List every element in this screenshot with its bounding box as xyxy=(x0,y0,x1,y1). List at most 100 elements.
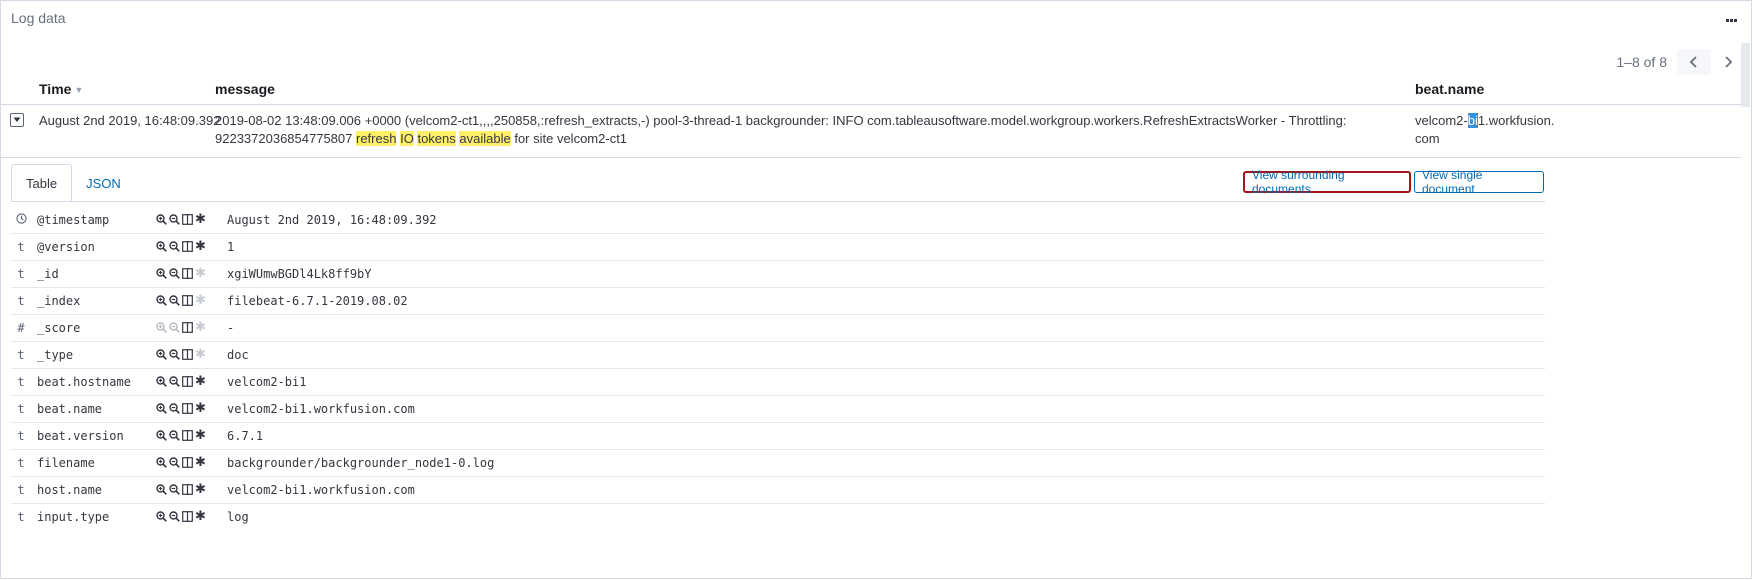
filter-for-value-icon[interactable] xyxy=(156,455,167,469)
field-actions: ✱ xyxy=(156,509,206,523)
field-name: input.type xyxy=(37,510,110,524)
toggle-column-icon[interactable] xyxy=(182,509,193,523)
filter-exists-icon[interactable]: ✱ xyxy=(195,320,206,334)
pagination: 1–8 of 8 xyxy=(1616,49,1745,75)
highlight-tokens: tokens xyxy=(417,131,456,146)
field-row: t beat.name ✱ velcom2-bi1.workfusion.com xyxy=(11,396,1545,423)
scrollbar[interactable] xyxy=(1741,43,1750,107)
filter-for-value-icon[interactable] xyxy=(156,293,167,307)
toggle-column-icon[interactable] xyxy=(182,347,193,361)
field-value: log xyxy=(227,510,249,524)
next-page-button[interactable] xyxy=(1711,49,1745,75)
toggle-column-icon[interactable] xyxy=(182,266,193,280)
filter-exists-icon[interactable]: ✱ xyxy=(195,482,206,496)
highlight-io-part2: O xyxy=(403,131,414,146)
toggle-column-icon[interactable] xyxy=(182,482,193,496)
filter-for-value-icon[interactable] xyxy=(156,374,167,388)
field-actions: ✱ xyxy=(156,347,206,361)
previous-page-button[interactable] xyxy=(1677,49,1711,75)
filter-out-value-icon[interactable] xyxy=(169,428,180,442)
toggle-column-icon[interactable] xyxy=(182,239,193,253)
field-actions: ✱ xyxy=(156,374,206,388)
filter-out-value-icon[interactable] xyxy=(169,239,180,253)
view-single-document-button[interactable]: View single document xyxy=(1414,168,1544,196)
field-value: doc xyxy=(227,348,249,362)
filter-out-value-icon[interactable] xyxy=(169,509,180,523)
toggle-column-icon[interactable] xyxy=(182,374,193,388)
column-beat-name: beat.name xyxy=(1415,81,1485,97)
filter-out-value-icon[interactable] xyxy=(169,374,180,388)
toggle-column-icon[interactable] xyxy=(182,455,193,469)
panel-title: Log data xyxy=(11,10,66,26)
toggle-column-icon[interactable] xyxy=(182,428,193,442)
tab-json[interactable]: JSON xyxy=(72,164,135,202)
filter-out-value-icon[interactable] xyxy=(169,482,180,496)
toggle-column-icon[interactable] xyxy=(182,293,193,307)
message-text-end: for site velcom2-ct1 xyxy=(510,131,628,146)
filter-exists-icon[interactable]: ✱ xyxy=(195,212,206,226)
filter-out-value-icon[interactable] xyxy=(169,455,180,469)
filter-exists-icon[interactable]: ✱ xyxy=(195,428,206,442)
field-actions: ✱ xyxy=(156,320,206,334)
filter-out-value-icon[interactable] xyxy=(169,212,180,226)
toggle-column-icon[interactable] xyxy=(182,401,193,415)
field-row: t _id ✱ xgiWUmwBGDl4Lk8ff9bY xyxy=(11,261,1545,288)
log-data-panel: Log data 1–8 of 8 Time ▼ message beat.nam… xyxy=(0,0,1752,579)
field-name: _index xyxy=(37,294,81,308)
toggle-column-icon[interactable] xyxy=(182,320,193,334)
toggle-column-icon[interactable] xyxy=(182,212,193,226)
sort-down-icon[interactable]: ▼ xyxy=(74,85,83,95)
field-value: xgiWUmwBGDl4Lk8ff9bY xyxy=(227,267,372,281)
filter-exists-icon[interactable]: ✱ xyxy=(195,347,206,361)
row-time: August 2nd 2019, 16:48:09.392 xyxy=(39,113,221,128)
pagination-label: 1–8 of 8 xyxy=(1616,54,1667,70)
filter-for-value-icon[interactable] xyxy=(156,428,167,442)
field-name: @version xyxy=(37,240,95,254)
table-header: Time ▼ message beat.name xyxy=(1,76,1741,104)
field-name: beat.name xyxy=(37,402,103,416)
field-value: August 2nd 2019, 16:48:09.392 xyxy=(227,213,437,227)
field-actions: ✱ xyxy=(156,482,206,496)
column-time[interactable]: Time ▼ xyxy=(39,81,83,97)
field-row: t filename ✱ backgrounder/backgrounder_node… xyxy=(11,450,1545,477)
filter-out-value-icon[interactable] xyxy=(169,266,180,280)
column-message: message xyxy=(215,81,275,97)
filter-exists-icon[interactable]: ✱ xyxy=(195,455,206,469)
filter-exists-icon[interactable]: ✱ xyxy=(195,239,206,253)
filter-for-value-icon[interactable] xyxy=(156,320,167,334)
field-type-icon: t xyxy=(17,402,25,416)
filter-for-value-icon[interactable] xyxy=(156,212,167,226)
field-value: 6.7.1 xyxy=(227,429,264,443)
filter-exists-icon[interactable]: ✱ xyxy=(195,401,206,415)
filter-exists-icon[interactable]: ✱ xyxy=(195,374,206,388)
filter-for-value-icon[interactable] xyxy=(156,482,167,496)
filter-for-value-icon[interactable] xyxy=(156,401,167,415)
filter-out-value-icon[interactable] xyxy=(169,401,180,415)
filter-for-value-icon[interactable] xyxy=(156,239,167,253)
filter-exists-icon[interactable]: ✱ xyxy=(195,266,206,280)
filter-for-value-icon[interactable] xyxy=(156,347,167,361)
field-row: t beat.hostname ✱ velcom2-bi1 xyxy=(11,369,1545,396)
filter-out-value-icon[interactable] xyxy=(169,320,180,334)
filter-for-value-icon[interactable] xyxy=(156,509,167,523)
chevron-left-icon xyxy=(1689,56,1697,68)
field-actions: ✱ xyxy=(156,266,206,280)
field-value: - xyxy=(227,321,235,335)
row-message: 2019-08-02 13:48:09.006 +0000 (velcom2-c… xyxy=(215,112,1405,148)
filter-out-value-icon[interactable] xyxy=(169,293,180,307)
filter-for-value-icon[interactable] xyxy=(156,266,167,280)
view-surrounding-documents-button[interactable]: View surrounding documents xyxy=(1243,168,1411,196)
field-row: # _score ✱ - xyxy=(11,315,1545,342)
field-type-icon: # xyxy=(17,321,25,335)
tabs-divider xyxy=(11,201,1545,202)
tab-table[interactable]: Table xyxy=(11,164,73,202)
text-selection: bi xyxy=(1467,113,1478,128)
row-expand-toggle[interactable] xyxy=(10,113,24,127)
more-icon[interactable] xyxy=(1726,19,1737,22)
filter-exists-icon[interactable]: ✱ xyxy=(195,293,206,307)
filter-out-value-icon[interactable] xyxy=(169,347,180,361)
filter-exists-icon[interactable]: ✱ xyxy=(195,509,206,523)
chevron-down-icon xyxy=(13,117,21,122)
column-time-label: Time xyxy=(39,81,72,97)
field-value: backgrounder/backgrounder_node1-0.log xyxy=(227,456,495,470)
